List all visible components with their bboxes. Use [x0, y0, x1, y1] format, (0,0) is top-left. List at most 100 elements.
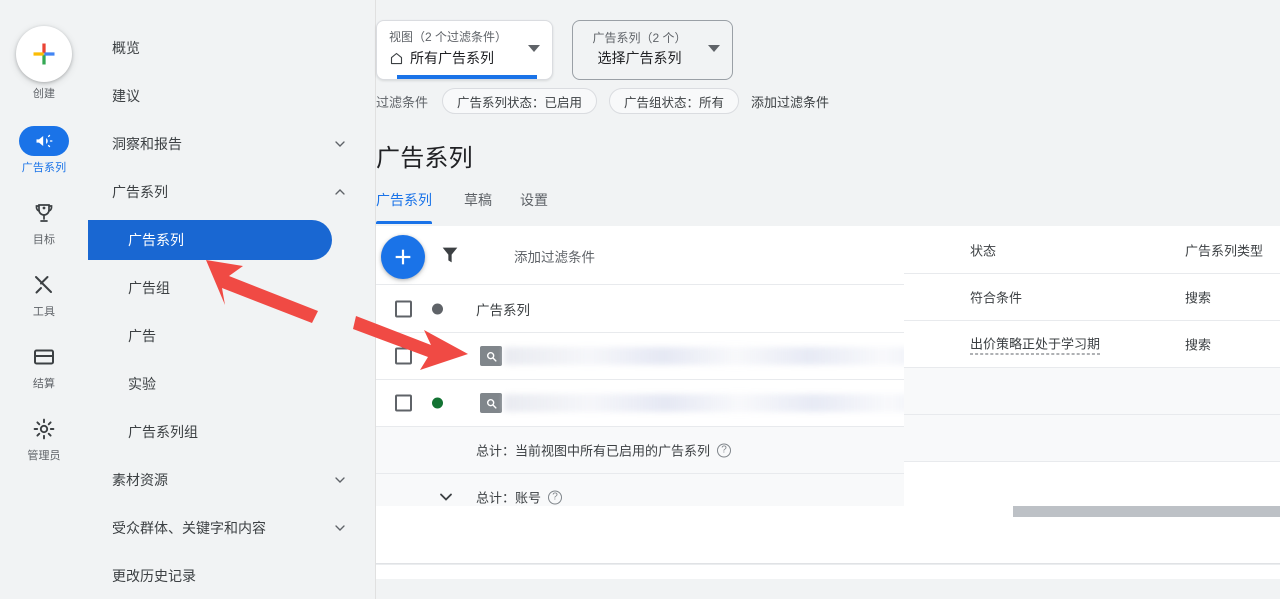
- tools-rail-icon-wrap[interactable]: [19, 270, 69, 300]
- filter-row-label: 过滤条件: [376, 94, 429, 110]
- plus-icon: [33, 43, 55, 65]
- rail-item-billing[interactable]: 结算: [0, 342, 88, 391]
- row-checkbox[interactable]: [395, 394, 412, 412]
- funnel-icon: [442, 247, 458, 263]
- tools-icon: [35, 276, 52, 294]
- help-icon[interactable]: ?: [548, 490, 563, 504]
- search-badge-icon: [480, 393, 502, 413]
- plus-icon: [395, 249, 411, 265]
- sidebar-label-overview: 概览: [112, 40, 140, 56]
- right-table-row[interactable]: 出价策略正处于学习期 搜索: [904, 321, 1280, 368]
- status-dot-enabled-icon: [432, 350, 443, 362]
- rail-item-tools[interactable]: 工具: [0, 270, 88, 319]
- filter-button[interactable]: [439, 244, 463, 268]
- tab-drafts[interactable]: 草稿: [450, 190, 506, 224]
- tab-active-indicator: [376, 221, 432, 224]
- right-total-row-account: [904, 415, 1280, 462]
- total-account-label: 总计：账号: [476, 490, 542, 506]
- google-ads-page: 创建 广告系列 目标 工具 结算 管理员 概览 建议 洞察和报告 广告系列 广告…: [0, 0, 1280, 599]
- sidebar-label-change-history: 更改历史记录: [112, 568, 196, 584]
- sidebar-label-ad-groups: 广告组: [128, 280, 170, 296]
- filter-chip-campaign-status[interactable]: 广告系列状态：已启用: [442, 88, 598, 114]
- campaign-selector[interactable]: 广告系列（2 个） 选择广告系列: [572, 20, 733, 80]
- select-all-checkbox[interactable]: [395, 300, 412, 317]
- home-icon: [390, 52, 403, 64]
- row-checkbox[interactable]: [395, 347, 412, 365]
- total-view-label-wrap: 总计：当前视图中所有已启用的广告系列 ?: [476, 441, 732, 460]
- view-selector-caret-icon[interactable]: [528, 45, 540, 52]
- total-view-label: 总计：当前视图中所有已启用的广告系列: [476, 443, 711, 459]
- rail-label-campaigns: 广告系列: [21, 162, 67, 174]
- cell-status: 符合条件: [970, 290, 1023, 306]
- chevron-down-icon[interactable]: [332, 472, 348, 488]
- sidebar-item-campaigns[interactable]: 广告系列: [88, 220, 332, 260]
- rail-label-admin: 管理员: [27, 450, 61, 462]
- sidebar-item-ads[interactable]: 广告: [88, 316, 376, 356]
- sidebar-label-campaign-groups: 广告系列组: [128, 424, 198, 440]
- rail-item-admin[interactable]: 管理员: [0, 414, 88, 463]
- help-icon[interactable]: ?: [717, 443, 732, 457]
- tab-campaigns[interactable]: 广告系列: [376, 190, 450, 224]
- campaigns-rail-pill[interactable]: [19, 126, 69, 156]
- goals-rail-icon-wrap[interactable]: [19, 198, 69, 228]
- sidebar-item-assets[interactable]: 素材资源: [88, 460, 376, 500]
- sidebar-item-ad-groups[interactable]: 广告组: [88, 268, 376, 308]
- sidebar-item-overview[interactable]: 概览: [88, 28, 376, 68]
- rail-item-create[interactable]: 创建: [0, 26, 88, 101]
- page-title: 广告系列: [376, 145, 473, 172]
- view-selector-underline: [397, 75, 537, 79]
- tab-bar: 广告系列 草稿 设置: [376, 190, 562, 224]
- rail-label-billing: 结算: [32, 378, 56, 390]
- trophy-icon: [35, 204, 53, 222]
- rail-item-campaigns[interactable]: 广告系列: [0, 126, 88, 175]
- right-table-row[interactable]: 符合条件 搜索: [904, 274, 1280, 321]
- icon-rail: 创建 广告系列 目标 工具 结算 管理员: [0, 0, 88, 599]
- sidebar-item-change-history[interactable]: 更改历史记录: [88, 556, 376, 596]
- sidebar-item-recommendations[interactable]: 建议: [88, 76, 376, 116]
- rail-label-tools: 工具: [32, 306, 56, 318]
- main-content: 视图（2 个过滤条件） 所有广告系列 广告系列（2 个） 选择广告系列 过滤条件…: [376, 0, 1280, 599]
- tab-settings-label: 设置: [520, 192, 548, 208]
- create-button[interactable]: [16, 26, 72, 82]
- sidebar-label-assets: 素材资源: [112, 472, 168, 488]
- card-bottom-fill: [376, 517, 1280, 563]
- sidebar-item-insights-reports[interactable]: 洞察和报告: [88, 124, 376, 164]
- sidebar-item-audiences-keywords-content[interactable]: 受众群体、关键字和内容: [88, 508, 376, 548]
- search-icon: [486, 398, 497, 409]
- add-campaign-button[interactable]: [381, 235, 425, 279]
- chevron-down-icon[interactable]: [436, 487, 456, 507]
- campaign-selector-caret-icon[interactable]: [708, 45, 720, 52]
- cell-status[interactable]: 出价策略正处于学习期: [970, 334, 1101, 355]
- rail-label-create: 创建: [32, 88, 56, 100]
- column-header-campaign[interactable]: 广告系列: [476, 299, 530, 319]
- campaign-selector-value: 选择广告系列: [597, 50, 682, 66]
- filter-chip-adgroup-status[interactable]: 广告组状态：所有: [609, 88, 740, 114]
- total-account-label-wrap: 总计：账号 ?: [476, 488, 563, 507]
- chevron-down-icon[interactable]: [332, 520, 348, 536]
- card-bottom-edge: [376, 563, 1280, 565]
- tab-drafts-label: 草稿: [464, 192, 492, 208]
- column-header-status[interactable]: 状态: [970, 240, 996, 259]
- sidebar-item-experiments[interactable]: 实验: [88, 364, 376, 404]
- tab-settings[interactable]: 设置: [506, 190, 562, 224]
- add-filter-link[interactable]: 添加过滤条件: [751, 92, 829, 111]
- sidebar-label-audiences-keywords-content: 受众群体、关键字和内容: [112, 520, 266, 536]
- view-selector[interactable]: 视图（2 个过滤条件） 所有广告系列: [376, 20, 553, 80]
- column-header-campaign-type[interactable]: 广告系列类型: [1185, 240, 1263, 259]
- filter-row: 过滤条件 广告系列状态：已启用 广告组状态：所有 添加过滤条件: [376, 88, 829, 114]
- horizontal-scrollbar-thumb[interactable]: [1013, 506, 1280, 517]
- chevron-down-icon[interactable]: [332, 136, 348, 152]
- campaign-selector-caption: 广告系列（2 个）: [592, 31, 687, 45]
- gear-icon: [33, 418, 55, 440]
- billing-rail-icon-wrap[interactable]: [19, 342, 69, 372]
- right-total-row-view: [904, 368, 1280, 415]
- rail-item-goals[interactable]: 目标: [0, 198, 88, 247]
- sidebar-label-experiments: 实验: [128, 376, 156, 392]
- admin-rail-icon-wrap[interactable]: [19, 414, 69, 444]
- megaphone-icon: [36, 134, 53, 148]
- chevron-up-icon[interactable]: [332, 184, 348, 200]
- sidebar-item-campaign-groups[interactable]: 广告系列组: [88, 412, 376, 452]
- sidebar-item-campaigns-group[interactable]: 广告系列: [88, 172, 376, 212]
- toolbar-add-filter-label[interactable]: 添加过滤条件: [514, 246, 595, 266]
- view-selector-caption: 视图（2 个过滤条件）: [389, 30, 508, 44]
